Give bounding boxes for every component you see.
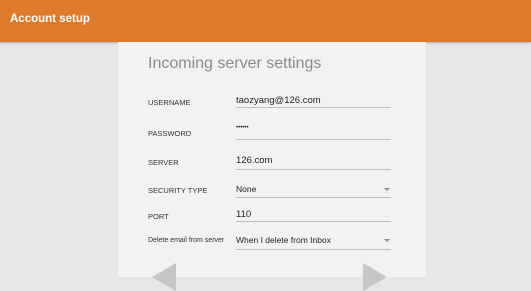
password-field[interactable]: •••••• (236, 125, 391, 131)
security-type-label: SECURITY TYPE (148, 186, 208, 195)
security-type-select[interactable]: None (236, 184, 391, 194)
password-underline (236, 139, 391, 140)
username-row: USERNAME taozyang@126.com (0, 92, 531, 116)
triangle-left-icon[interactable] (152, 263, 176, 291)
port-field[interactable]: 110 (236, 209, 391, 220)
port-label: PORT (148, 212, 169, 221)
port-underline (236, 221, 391, 222)
chevron-down-icon[interactable] (384, 188, 390, 191)
password-row: PASSWORD •••••• (0, 123, 531, 147)
chevron-down-icon[interactable] (384, 239, 390, 242)
server-label: SERVER (148, 158, 179, 167)
username-field[interactable]: taozyang@126.com (236, 95, 391, 106)
server-row: SERVER 126.com (0, 152, 531, 176)
delete-policy-select[interactable]: When I delete from Inbox (236, 235, 391, 245)
server-field[interactable]: 126.com (236, 155, 391, 166)
delete-policy-underline (236, 249, 391, 250)
app-bar: Account setup (0, 0, 531, 42)
delete-policy-label: Delete email from server (148, 237, 225, 244)
security-type-row: SECURITY TYPE None (0, 181, 531, 205)
security-type-underline (236, 197, 391, 198)
username-underline (236, 107, 391, 108)
app-title: Account setup (10, 13, 90, 25)
password-label: PASSWORD (148, 129, 192, 138)
page-title: Incoming server settings (148, 55, 322, 72)
username-label: USERNAME (148, 98, 191, 107)
port-row: PORT 110 (0, 206, 531, 230)
server-underline (236, 169, 391, 170)
delete-policy-row: Delete email from server When I delete f… (0, 232, 531, 256)
triangle-right-icon[interactable] (363, 263, 387, 291)
